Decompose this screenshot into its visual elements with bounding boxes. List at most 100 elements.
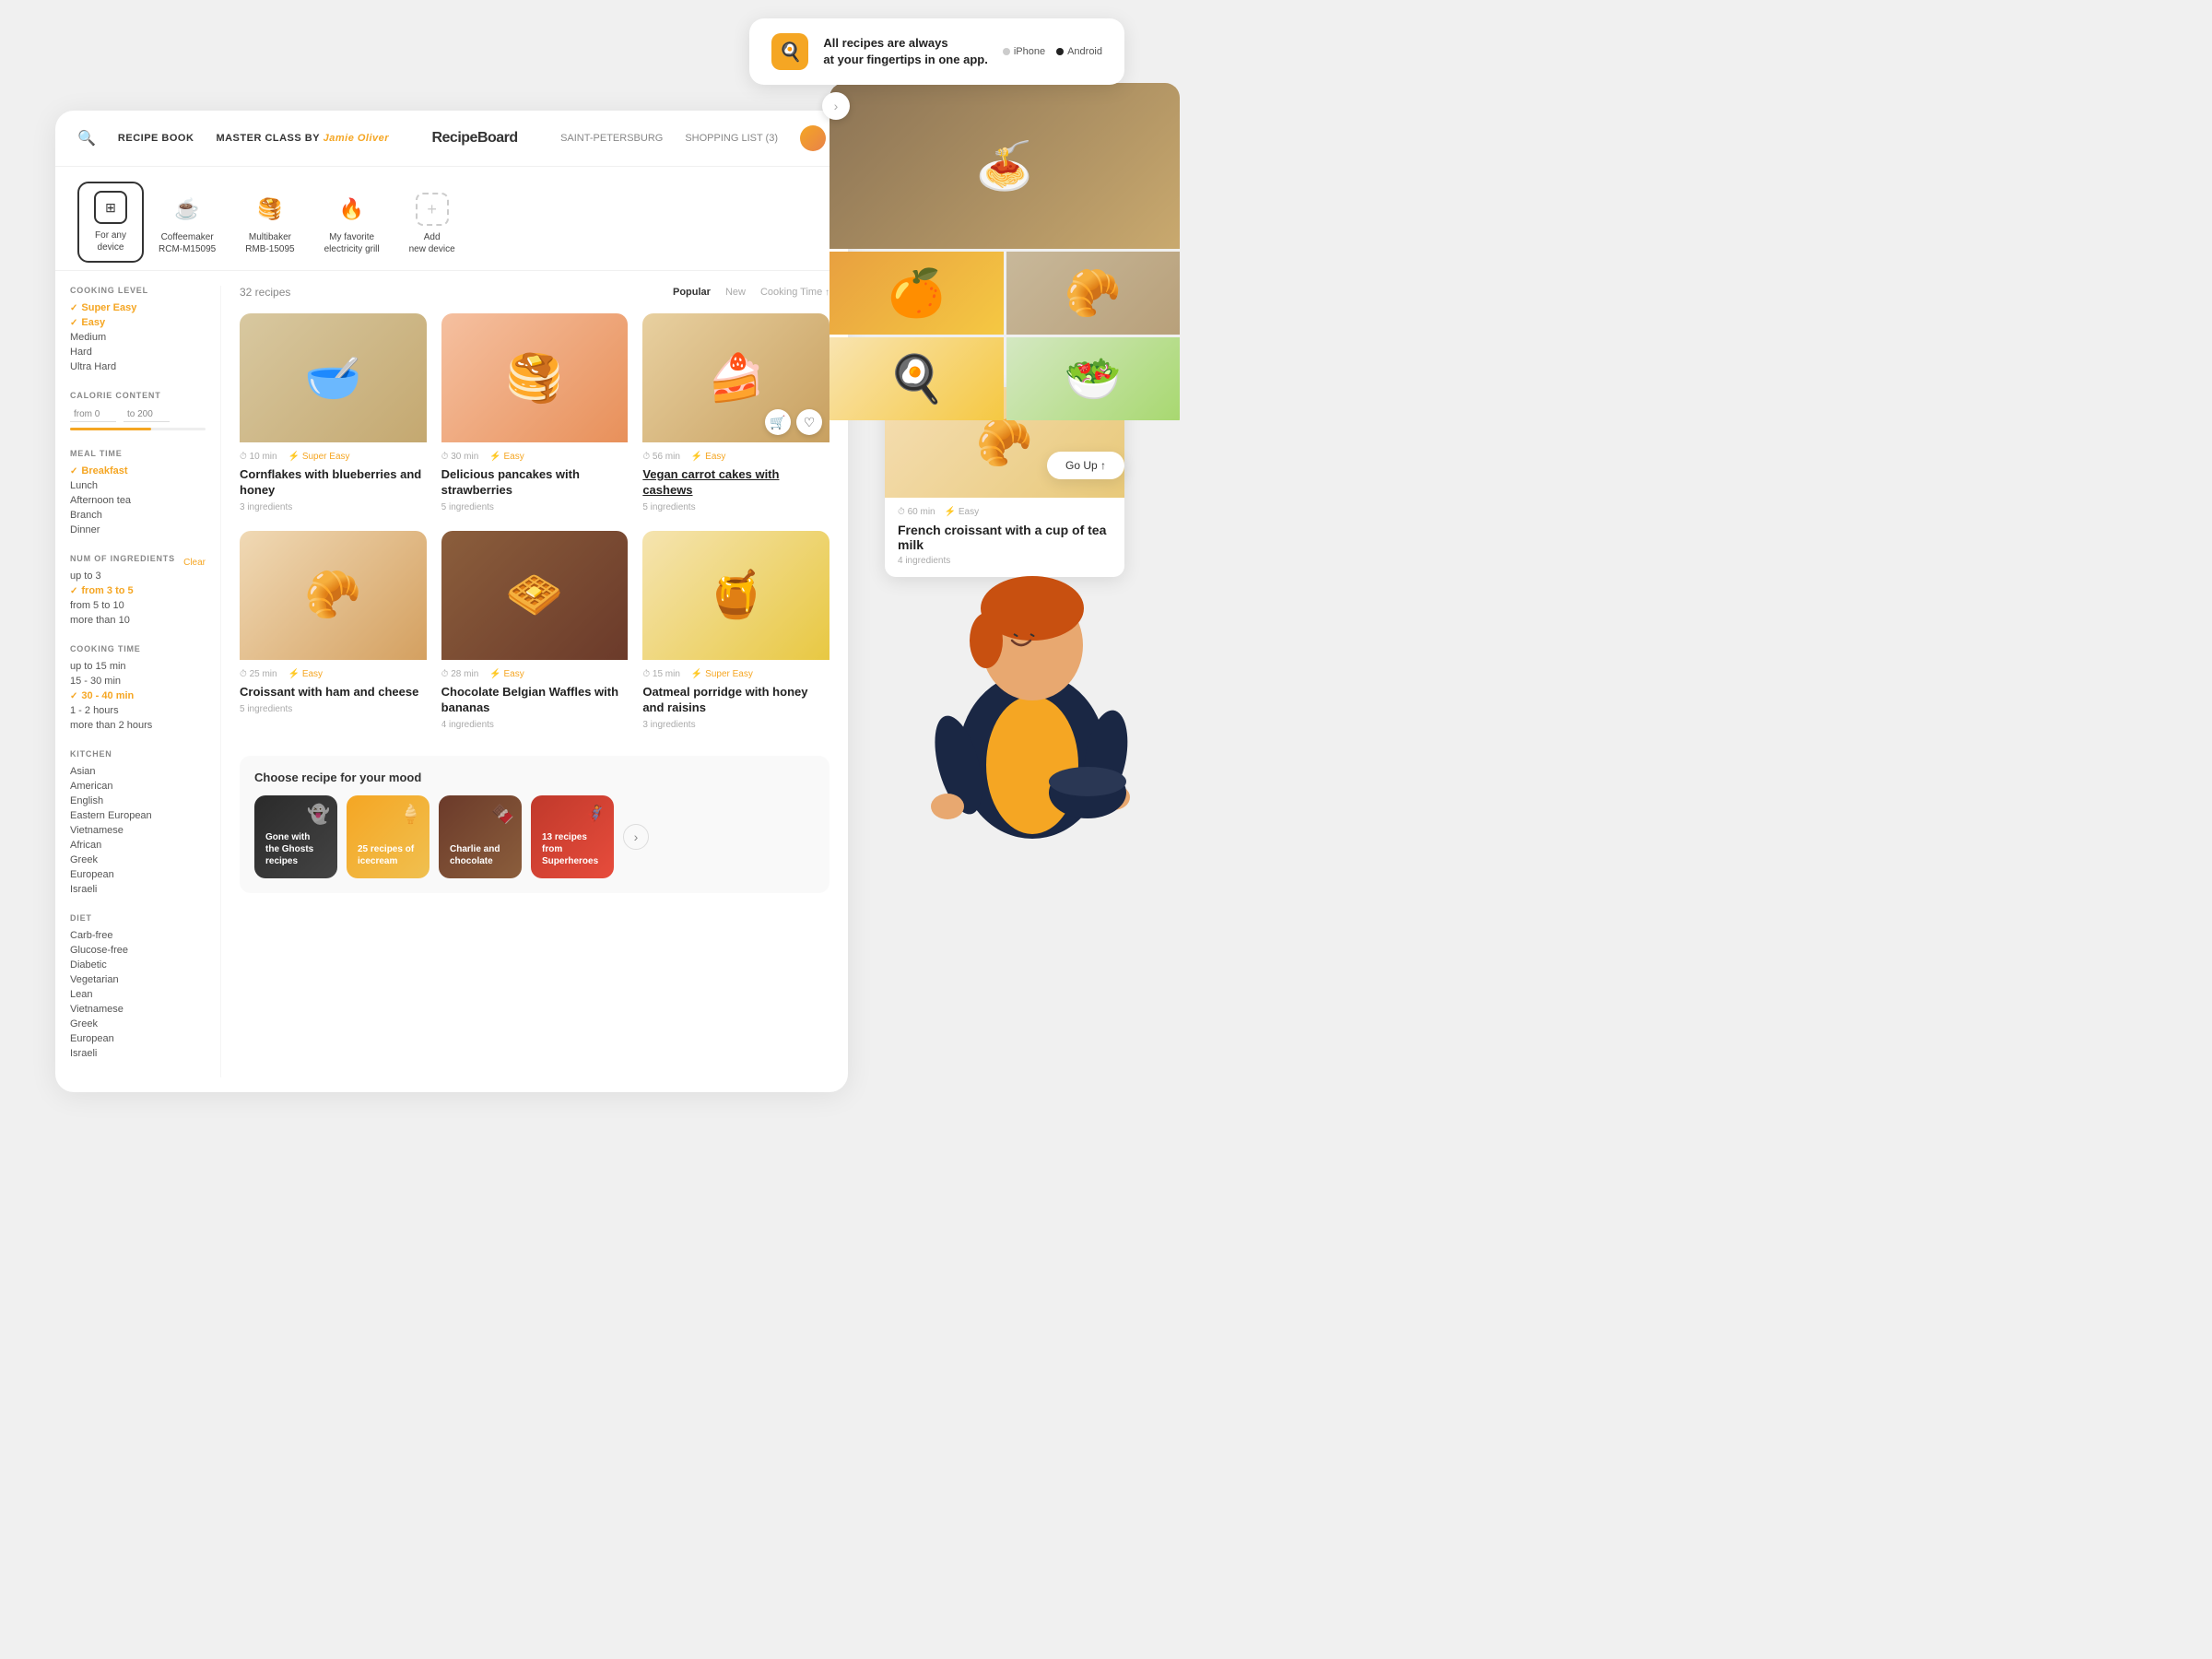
filter-breakfast[interactable]: Breakfast: [70, 465, 206, 477]
filter-5-to-10[interactable]: from 5 to 10: [70, 600, 206, 611]
filter-easy[interactable]: Easy: [70, 317, 206, 328]
calorie-to-input[interactable]: [124, 407, 170, 422]
filter-vegetarian[interactable]: Vegetarian: [70, 974, 206, 985]
ios-dot: [1003, 48, 1010, 55]
filter-african[interactable]: African: [70, 840, 206, 851]
device-add[interactable]: + Addnew device: [394, 185, 470, 263]
ios-badge[interactable]: iPhone: [1003, 46, 1045, 57]
filter-calorie: CALORIE CONTENT: [70, 391, 206, 430]
mood-next-arrow[interactable]: ›: [623, 824, 649, 850]
recipe-meta-4: ⏱ 25 min ⚡ Easy: [240, 669, 427, 679]
filter-1-2-hours[interactable]: 1 - 2 hours: [70, 705, 206, 716]
filter-up-to-15[interactable]: up to 15 min: [70, 661, 206, 672]
sort-new[interactable]: New: [725, 287, 746, 298]
filter-diet: DIET Carb-free Glucose-free Diabetic Veg…: [70, 913, 206, 1059]
recipe-ingredients-1: 3 ingredients: [240, 502, 427, 512]
mood-cards: 👻 Gone with the Ghosts recipes 🍦 25 reci…: [254, 795, 815, 878]
user-avatar[interactable]: [800, 125, 826, 151]
go-up-button[interactable]: Go Up ↑: [1047, 452, 1124, 479]
android-badge[interactable]: Android: [1056, 46, 1102, 57]
calorie-from-input[interactable]: [70, 407, 116, 422]
mood-card-icecream[interactable]: 🍦 25 recipes of icecream: [347, 795, 429, 878]
scroll-right-button[interactable]: ›: [822, 92, 850, 120]
grill-icon: 🔥: [335, 193, 369, 226]
filter-asian[interactable]: Asian: [70, 766, 206, 777]
superheroes-icon: 🦸: [583, 803, 606, 826]
filter-title-meal-time: MEAL TIME: [70, 449, 206, 458]
filter-lean[interactable]: Lean: [70, 989, 206, 1000]
nav-logo: RecipeBoard: [431, 130, 517, 147]
filter-european[interactable]: European: [70, 869, 206, 880]
filter-diabetic[interactable]: Diabetic: [70, 959, 206, 971]
filter-diet-israeli[interactable]: Israeli: [70, 1048, 206, 1059]
filter-super-easy[interactable]: Super Easy: [70, 302, 206, 313]
recipe-name-3[interactable]: Vegan carrot cakes with cashews: [642, 467, 830, 499]
filter-30-40[interactable]: 30 - 40 min: [70, 690, 206, 701]
filter-israeli[interactable]: Israeli: [70, 884, 206, 895]
filter-branch[interactable]: Branch: [70, 510, 206, 521]
recipe-image-5: 🧇: [441, 531, 629, 660]
device-label-coffeemaker: CoffeemakerRCM-M15095: [159, 231, 216, 255]
filter-english[interactable]: English: [70, 795, 206, 806]
chef-illustration: [903, 498, 1180, 866]
filter-title-diet: DIET: [70, 913, 206, 923]
filter-american[interactable]: American: [70, 781, 206, 792]
filter-num-ingredients: NUM OF INGREDIENTS Clear up to 3 from 3 …: [70, 554, 206, 626]
food-photo-collage: 🍝 🍊 🥐 🍳 🥗: [830, 83, 1180, 433]
filter-3-to-5[interactable]: from 3 to 5: [70, 585, 206, 596]
favorite-button-3[interactable]: ♡: [796, 409, 822, 435]
recipe-meta-3: ⏱ 56 min ⚡ Easy: [642, 452, 830, 462]
filter-glucose-free[interactable]: Glucose-free: [70, 945, 206, 956]
recipe-card-4[interactable]: 🥐 ⏱ 25 min ⚡ Easy Croissant with ham and…: [240, 531, 427, 734]
sort-popular[interactable]: Popular: [673, 287, 711, 298]
recipe-name-1: Cornflakes with blueberries and honey: [240, 467, 427, 499]
mood-card-ghost[interactable]: 👻 Gone with the Ghosts recipes: [254, 795, 337, 878]
filter-greek[interactable]: Greek: [70, 854, 206, 865]
filter-dinner[interactable]: Dinner: [70, 524, 206, 535]
recipe-meta-5: ⏱ 28 min ⚡ Easy: [441, 669, 629, 679]
device-multibaker[interactable]: 🥞 MultibakerRMB-15095: [230, 185, 309, 263]
recipe-image-3: 🍰 🛒 ♡: [642, 313, 830, 442]
mood-label-ghost: Gone with the Ghosts recipes: [265, 831, 326, 867]
filter-diet-greek[interactable]: Greek: [70, 1018, 206, 1030]
filter-more-than-10[interactable]: more than 10: [70, 615, 206, 626]
device-for-any[interactable]: ⊞ For anydevice: [77, 182, 144, 263]
grid-icon: ⊞: [94, 191, 127, 224]
filter-afternoon-tea[interactable]: Afternoon tea: [70, 495, 206, 506]
filter-carb-free[interactable]: Carb-free: [70, 930, 206, 941]
recipe-card-1[interactable]: 🥣 ⏱ 10 min ⚡ Super Easy Cornflakes with …: [240, 313, 427, 516]
filter-diet-european[interactable]: European: [70, 1033, 206, 1044]
filter-eastern-european[interactable]: Eastern European: [70, 810, 206, 821]
device-grill[interactable]: 🔥 My favoriteelectricity grill: [310, 185, 394, 263]
mood-card-chocolate[interactable]: 🍫 Charlie and chocolate: [439, 795, 522, 878]
recipe-card-3[interactable]: 🍰 🛒 ♡ ⏱ 56 min ⚡ Easy Vegan carrot cakes: [642, 313, 830, 516]
search-icon[interactable]: 🔍: [77, 129, 96, 147]
filter-ultra-hard[interactable]: Ultra Hard: [70, 361, 206, 372]
nav-masterclass[interactable]: MASTER CLASS BY Jamie Oliver: [216, 133, 389, 144]
nav-location: SAINT-PETERSBURG: [560, 133, 663, 144]
filter-15-30[interactable]: 15 - 30 min: [70, 676, 206, 687]
mood-card-superheroes[interactable]: 🦸 13 recipes from Superheroes: [531, 795, 614, 878]
filter-vietnamese[interactable]: Vietnamese: [70, 825, 206, 836]
mood-label-icecream: 25 recipes of icecream: [358, 843, 418, 867]
device-label-add: Addnew device: [409, 231, 455, 255]
filter-lunch[interactable]: Lunch: [70, 480, 206, 491]
recipe-card-5[interactable]: 🧇 ⏱ 28 min ⚡ Easy Chocolate Belgian Waff…: [441, 531, 629, 734]
filter-diet-vietnamese[interactable]: Vietnamese: [70, 1004, 206, 1015]
nav-shopping-list[interactable]: SHOPPING LIST (3): [685, 133, 778, 144]
sidebar: COOKING LEVEL Super Easy Easy Medium Har…: [55, 286, 221, 1077]
recipe-time-1: ⏱ 10 min: [240, 452, 277, 462]
filter-up-to-3[interactable]: up to 3: [70, 571, 206, 582]
filter-medium[interactable]: Medium: [70, 332, 206, 343]
recipe-difficulty-5: ⚡ Easy: [489, 669, 524, 679]
recipe-card-6[interactable]: 🍯 ⏱ 15 min ⚡ Super Easy Oatmeal porridge…: [642, 531, 830, 734]
device-coffeemaker[interactable]: ☕ CoffeemakerRCM-M15095: [144, 185, 230, 263]
mood-label-superheroes: 13 recipes from Superheroes: [542, 831, 603, 867]
sort-cooking-time[interactable]: Cooking Time: [760, 287, 830, 298]
add-to-cart-button-3[interactable]: 🛒: [765, 409, 791, 435]
recipe-card-2[interactable]: 🥞 ⏱ 30 min ⚡ Easy Delicious pancakes wit…: [441, 313, 629, 516]
nav-recipe-book[interactable]: RECIPE BOOK: [118, 133, 194, 144]
filter-more-2-hours[interactable]: more than 2 hours: [70, 720, 206, 731]
filter-hard[interactable]: Hard: [70, 347, 206, 358]
clear-ingredients-button[interactable]: Clear: [183, 558, 206, 568]
